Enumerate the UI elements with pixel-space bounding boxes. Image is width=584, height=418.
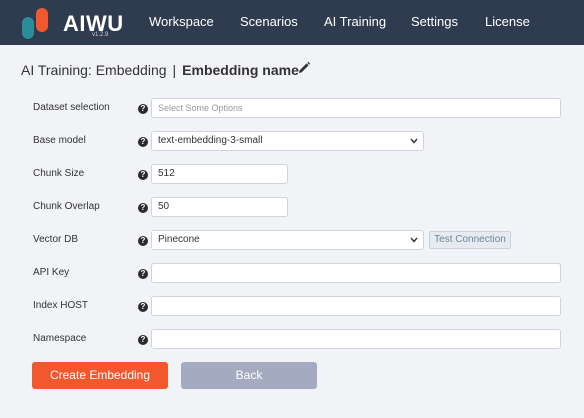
api-key-label: API Key (33, 267, 70, 278)
api-key-input[interactable] (151, 263, 561, 283)
chevron-down-icon (410, 237, 418, 243)
vector-db-label: Vector DB (33, 234, 79, 245)
dataset-label: Dataset selection (33, 102, 110, 113)
base-model-value: text-embedding-3-small (158, 135, 263, 146)
chunk-size-help-icon[interactable]: ? (138, 170, 148, 180)
aiwu-logo-icon (22, 8, 48, 39)
vector-db-select[interactable]: Pinecone (151, 230, 424, 250)
nav-license[interactable]: License (485, 14, 530, 29)
vector-db-help-icon[interactable]: ? (138, 236, 148, 246)
base-model-label: Base model (33, 135, 86, 146)
nav-scenarios[interactable]: Scenarios (240, 14, 298, 29)
dataset-help-icon[interactable]: ? (138, 104, 148, 114)
api-key-help-icon[interactable]: ? (138, 269, 148, 279)
create-embedding-button[interactable]: Create Embedding (32, 362, 168, 389)
nav-ai-training[interactable]: AI Training (324, 14, 386, 29)
base-model-help-icon[interactable]: ? (138, 137, 148, 147)
nav-settings[interactable]: Settings (411, 14, 458, 29)
top-navigation-bar: AIWU v1.2.9 Workspace Scenarios AI Train… (0, 0, 584, 45)
back-button[interactable]: Back (181, 362, 317, 389)
nav-workspace[interactable]: Workspace (149, 14, 214, 29)
chunk-size-input[interactable]: 512 (151, 164, 288, 184)
namespace-label: Namespace (33, 333, 87, 344)
index-host-help-icon[interactable]: ? (138, 302, 148, 312)
namespace-help-icon[interactable]: ? (138, 335, 148, 345)
chunk-size-label: Chunk Size (33, 168, 85, 179)
page-title: AI Training: Embedding | Embedding name (21, 62, 299, 78)
chunk-overlap-input[interactable]: 50 (151, 197, 288, 217)
base-model-select[interactable]: text-embedding-3-small (151, 131, 424, 151)
index-host-label: Index HOST (33, 300, 89, 311)
index-host-input[interactable] (151, 296, 561, 316)
chunk-overlap-label: Chunk Overlap (33, 201, 100, 212)
chevron-down-icon (410, 138, 418, 144)
vector-db-value: Pinecone (158, 234, 200, 245)
chunk-overlap-help-icon[interactable]: ? (138, 203, 148, 213)
breadcrumb-separator: | (172, 62, 177, 78)
test-connection-button[interactable]: Test Connection (429, 231, 511, 249)
pencil-edit-icon[interactable] (297, 61, 311, 75)
brand-version: v1.2.9 (92, 32, 109, 38)
embedding-name: Embedding name (182, 62, 299, 78)
namespace-input[interactable] (151, 329, 561, 349)
dataset-multiselect[interactable]: Select Some Options (151, 98, 561, 118)
breadcrumb-section: AI Training: Embedding (21, 62, 167, 78)
